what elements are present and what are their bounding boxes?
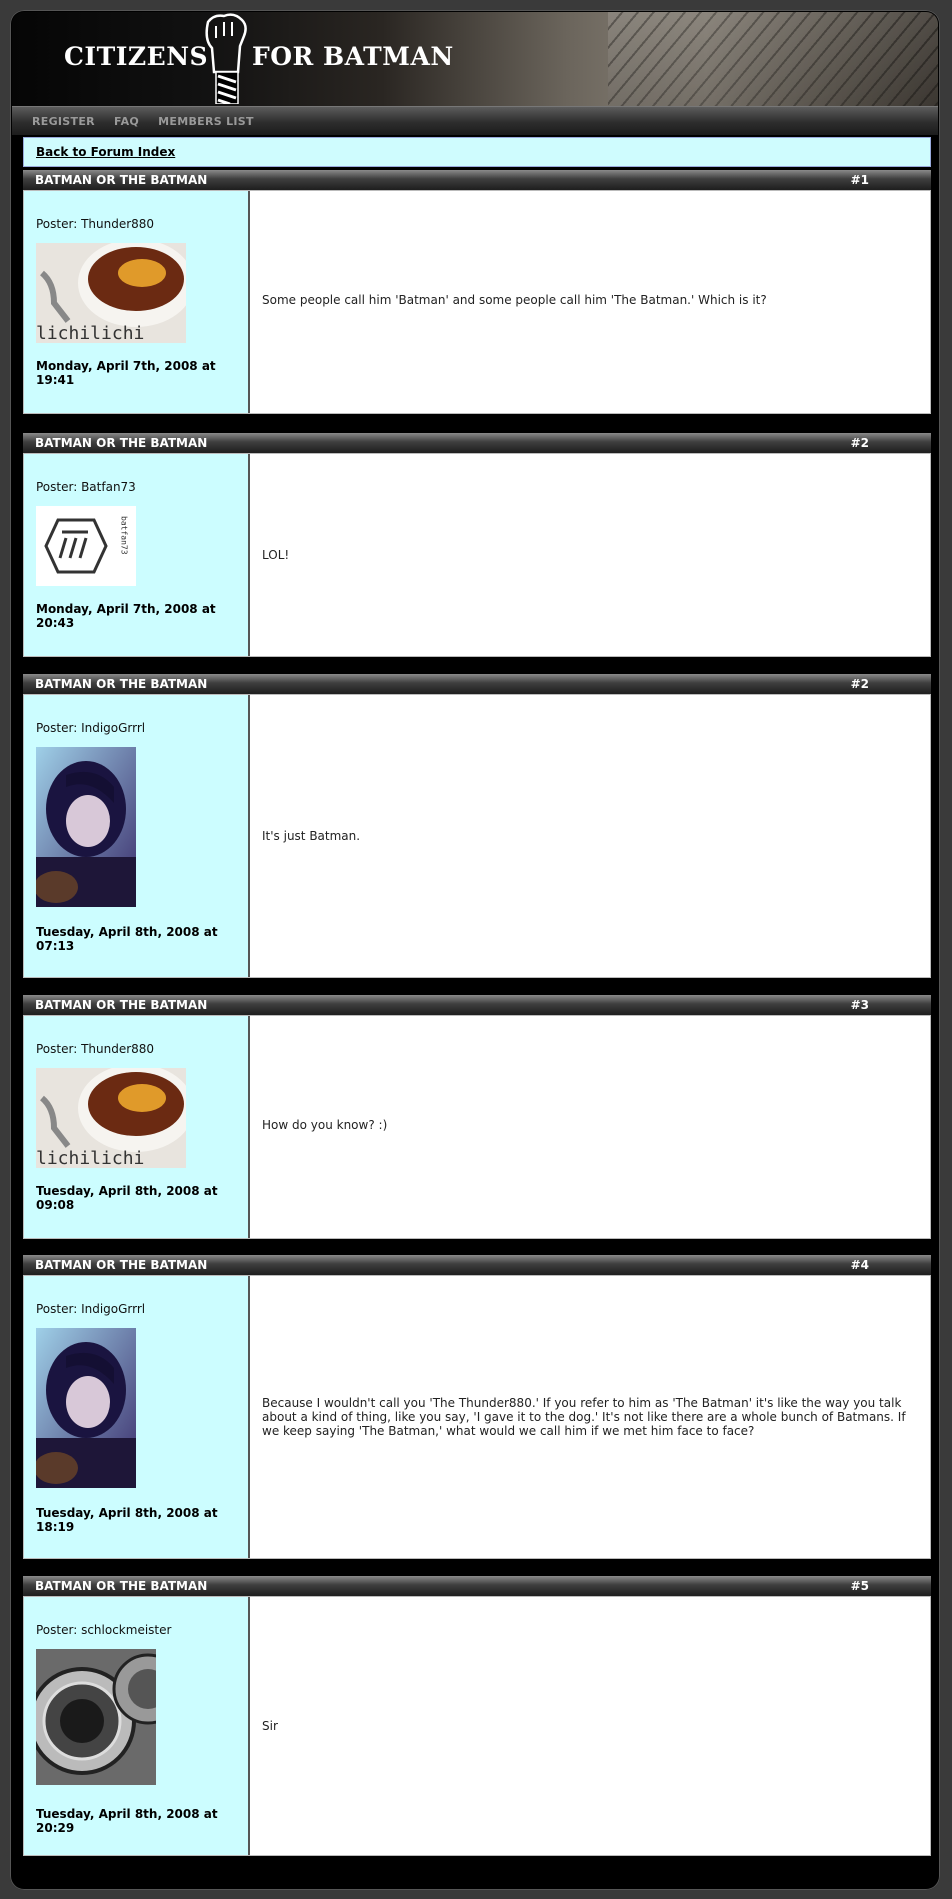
post-body: Poster: IndigoGrrrl Tuesday, April 8th, …	[23, 1275, 931, 1559]
post-title: BATMAN OR THE BATMAN	[35, 1258, 208, 1272]
forum-post: BATMAN OR THE BATMAN #2 Poster: Batfan73…	[23, 433, 931, 657]
avatar-caption: batfan73	[120, 516, 129, 555]
post-date: Tuesday, April 8th, 2008 at 07:13	[36, 925, 218, 953]
forum-post: BATMAN OR THE BATMAN #3 Poster: Thunder8…	[23, 995, 931, 1239]
post-date: Tuesday, April 8th, 2008 at 20:29	[36, 1807, 218, 1835]
back-to-forum-index-link[interactable]: Back to Forum Index	[36, 145, 175, 159]
hexagon-avatar: batfan73	[36, 506, 136, 586]
post-author-panel: Poster: IndigoGrrrl Tuesday, April 8th, …	[24, 1276, 250, 1558]
avatar-caption: lichilichi	[36, 323, 144, 343]
chili-avatar: lichilichi	[36, 243, 186, 343]
post-number: #2	[850, 677, 869, 691]
post-date: Monday, April 7th, 2008 at 20:43	[36, 602, 216, 630]
forum-post: BATMAN OR THE BATMAN #2 Poster: IndigoGr…	[23, 674, 931, 978]
poster-name: Poster: IndigoGrrrl	[36, 1302, 146, 1316]
site-banner: CITIZENS FOR BATMAN	[12, 12, 938, 106]
poster-name: Poster: schlockmeister	[36, 1623, 172, 1637]
post-date: Monday, April 7th, 2008 at 19:41	[36, 359, 216, 387]
post-title: BATMAN OR THE BATMAN	[35, 1579, 208, 1593]
girl-guitar-avatar	[36, 1328, 136, 1488]
banner-stairs-image	[608, 12, 938, 106]
nav-members-list-link[interactable]: MEMBERS LIST	[158, 115, 254, 128]
post-header: BATMAN OR THE BATMAN #3	[23, 995, 931, 1015]
nav-faq-link[interactable]: FAQ	[114, 115, 139, 128]
avatar-caption: lichilichi	[36, 1148, 144, 1168]
post-author-panel: Poster: schlockmeister Tuesday, April 8t…	[24, 1597, 250, 1855]
poster-name: Poster: Batfan73	[36, 480, 136, 494]
forum-post: BATMAN OR THE BATMAN #4 Poster: IndigoGr…	[23, 1255, 931, 1559]
post-message: Sir	[262, 1719, 278, 1733]
poster-name: Poster: Thunder880	[36, 217, 155, 231]
post-message: LOL!	[262, 548, 290, 562]
post-author-panel: Poster: Batfan73 batfan73 Monday, April …	[24, 454, 250, 656]
forum-post: BATMAN OR THE BATMAN #5 Poster: schlockm…	[23, 1576, 931, 1856]
post-date: Tuesday, April 8th, 2008 at 18:19	[36, 1506, 218, 1534]
nav-register-link[interactable]: REGISTER	[32, 115, 95, 128]
post-header: BATMAN OR THE BATMAN #4	[23, 1255, 931, 1275]
post-header: BATMAN OR THE BATMAN #2	[23, 674, 931, 694]
post-author-panel: Poster: Thunder880 lichilichi Tuesday, A…	[24, 1016, 250, 1238]
raised-fist-icon	[205, 13, 247, 104]
camera-lens-avatar	[36, 1649, 156, 1785]
girl-guitar-avatar	[36, 747, 136, 907]
post-header: BATMAN OR THE BATMAN #5	[23, 1576, 931, 1596]
back-to-index-bar: Back to Forum Index	[23, 137, 931, 167]
site-logo-text-left: CITIZENS	[64, 42, 209, 71]
poster-name: Poster: Thunder880	[36, 1042, 155, 1056]
post-title: BATMAN OR THE BATMAN	[35, 998, 208, 1012]
post-title: BATMAN OR THE BATMAN	[35, 677, 208, 691]
post-date: Tuesday, April 8th, 2008 at 09:08	[36, 1184, 218, 1212]
post-number: #3	[850, 998, 869, 1012]
post-number: #4	[850, 1258, 869, 1272]
post-message: How do you know? :)	[262, 1118, 388, 1132]
post-message: It's just Batman.	[262, 829, 361, 843]
post-number: #5	[850, 1579, 869, 1593]
chili-avatar: lichilichi	[36, 1068, 186, 1168]
post-number: #2	[850, 436, 869, 450]
post-body: Poster: Thunder880 lichilichi Monday, Ap…	[23, 190, 931, 414]
post-header: BATMAN OR THE BATMAN #1	[23, 170, 931, 190]
post-title: BATMAN OR THE BATMAN	[35, 173, 208, 187]
nav-bar: REGISTER FAQ MEMBERS LIST	[12, 106, 938, 135]
post-title: BATMAN OR THE BATMAN	[35, 436, 208, 450]
post-author-panel: Poster: Thunder880 lichilichi Monday, Ap…	[24, 191, 250, 413]
post-message: Because I wouldn't call you 'The Thunder…	[262, 1396, 906, 1438]
site-logo-text-right: FOR BATMAN	[252, 42, 454, 71]
post-body: Poster: schlockmeister Tuesday, April 8t…	[23, 1596, 931, 1856]
post-header: BATMAN OR THE BATMAN #2	[23, 433, 931, 453]
forum-post: BATMAN OR THE BATMAN #1 Poster: Thunder8…	[23, 170, 931, 414]
post-message: Some people call him 'Batman' and some p…	[262, 293, 767, 307]
post-author-panel: Poster: IndigoGrrrl Tuesday, April 8th, …	[24, 695, 250, 977]
post-body: Poster: Batfan73 batfan73 Monday, April …	[23, 453, 931, 657]
poster-name: Poster: IndigoGrrrl	[36, 721, 146, 735]
post-body: Poster: Thunder880 lichilichi Tuesday, A…	[23, 1015, 931, 1239]
post-number: #1	[850, 173, 869, 187]
post-body: Poster: IndigoGrrrl Tuesday, April 8th, …	[23, 694, 931, 978]
